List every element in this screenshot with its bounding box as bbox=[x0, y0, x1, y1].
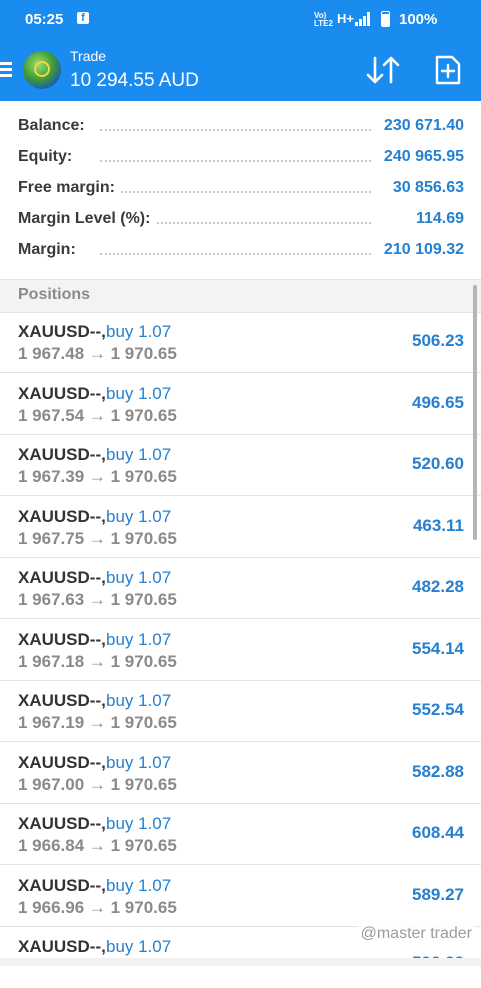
new-order-icon[interactable] bbox=[434, 55, 462, 85]
page-title: 10 294.55 AUD bbox=[70, 70, 199, 91]
dotted-leader bbox=[100, 160, 371, 162]
position-row[interactable]: XAUUSD--, buy 1.07 1 967.54 → 1 970.65 4… bbox=[0, 374, 481, 435]
position-profit: 552.54 bbox=[412, 700, 464, 719]
app-header: 05:25 f Vo) LTE2 H+ 100% Trade 10 294.55 … bbox=[0, 0, 481, 101]
position-row[interactable]: XAUUSD--, buy 1.07 1 966.96 → 1 970.65 5… bbox=[0, 866, 481, 927]
position-profit: 482.28 bbox=[412, 577, 464, 596]
position-side: buy 1.07 bbox=[106, 322, 172, 341]
network-type: H+ bbox=[337, 11, 354, 26]
position-profit: 608.44 bbox=[412, 823, 464, 842]
metatrader-logo bbox=[23, 51, 61, 89]
page-subtitle: Trade bbox=[70, 48, 107, 64]
positions-section-header: Positions bbox=[0, 279, 481, 313]
bottom-edge bbox=[0, 958, 481, 966]
position-side: buy 1.07 bbox=[106, 875, 172, 895]
account-summary: Balance: 230 671.40 Equity: 240 965.95 F… bbox=[0, 101, 481, 279]
position-row[interactable]: XAUUSD--, buy 1.07 1 967.63 → 1 970.65 4… bbox=[0, 558, 481, 619]
position-side: buy 1.07 bbox=[106, 629, 172, 649]
summary-value: 114.69 bbox=[409, 210, 464, 228]
position-profit: 589.27 bbox=[412, 884, 464, 904]
summary-value: 230 671.40 bbox=[377, 117, 464, 135]
position-symbol: XAUUSD--, bbox=[18, 752, 106, 772]
summary-row-equity: Equity: 240 965.95 bbox=[0, 143, 481, 174]
position-symbol: XAUUSD--, bbox=[18, 383, 106, 403]
summary-row-margin: Margin: 210 109.32 bbox=[0, 236, 481, 267]
position-profit: 554.14 bbox=[412, 638, 464, 658]
position-row[interactable]: XAUUSD--, buy 1.07 1 967.18 → 1 970.65 5… bbox=[0, 620, 481, 681]
position-prices: 1 967.63 → 1 970.65 bbox=[18, 590, 177, 609]
summary-value: 240 965.95 bbox=[377, 148, 464, 166]
status-bar: 05:25 f Vo) LTE2 H+ 100% bbox=[0, 0, 481, 40]
position-prices: 1 967.54 → 1 970.65 bbox=[18, 405, 177, 425]
position-symbol: XAUUSD--, bbox=[18, 445, 106, 464]
summary-label: Margin: bbox=[18, 241, 82, 259]
position-side: buy 1.07 bbox=[106, 506, 172, 526]
position-profit: 463.11 bbox=[412, 515, 464, 535]
position-row[interactable]: XAUUSD--, buy 1.07 1 967.00 → 1 970.65 5… bbox=[0, 743, 481, 804]
signal-icon-2 bbox=[362, 12, 378, 26]
summary-label: Balance: bbox=[18, 117, 91, 135]
volte-indicator: Vo) LTE2 bbox=[314, 11, 333, 28]
summary-row-margin-level: Margin Level (%): 114.69 bbox=[0, 205, 481, 236]
position-profit: 496.65 bbox=[412, 392, 464, 412]
facebook-icon: f bbox=[77, 12, 89, 24]
battery-percent: 100% bbox=[399, 11, 438, 28]
status-time: 05:25 bbox=[25, 11, 64, 28]
position-side: buy 1.07 bbox=[106, 445, 172, 464]
position-prices: 1 967.18 → 1 970.65 bbox=[18, 651, 177, 671]
position-symbol: XAUUSD--, bbox=[18, 814, 106, 833]
positions-header-label: Positions bbox=[18, 286, 91, 303]
position-side: buy 1.07 bbox=[106, 383, 172, 403]
position-side: buy 1.07 bbox=[106, 937, 172, 956]
scrollbar[interactable] bbox=[473, 285, 477, 540]
summary-row-free-margin: Free margin: 30 856.63 bbox=[0, 174, 481, 205]
position-symbol: XAUUSD--, bbox=[18, 322, 106, 341]
position-profit: 582.88 bbox=[412, 761, 464, 781]
position-symbol: XAUUSD--, bbox=[18, 629, 106, 649]
dotted-leader bbox=[100, 191, 371, 193]
position-profit: 520.60 bbox=[412, 454, 464, 473]
position-prices: 1 967.00 → 1 970.65 bbox=[18, 774, 177, 794]
position-prices: 1 966.96 → 1 970.65 bbox=[18, 897, 177, 917]
position-prices: 1 967.19 → 1 970.65 bbox=[18, 713, 177, 732]
position-prices: 1 967.39 → 1 970.65 bbox=[18, 467, 177, 486]
position-symbol: XAUUSD--, bbox=[18, 937, 106, 956]
summary-label: Free margin: bbox=[18, 179, 121, 197]
position-symbol: XAUUSD--, bbox=[18, 875, 106, 895]
position-row[interactable]: XAUUSD--, buy 1.07 1 966.84 → 1 970.65 6… bbox=[0, 804, 481, 865]
menu-icon[interactable] bbox=[0, 62, 14, 78]
position-side: buy 1.07 bbox=[106, 752, 172, 772]
summary-value: 210 109.32 bbox=[377, 241, 464, 259]
position-prices: 1 966.84 → 1 970.65 bbox=[18, 836, 177, 855]
summary-label: Equity: bbox=[18, 148, 79, 166]
dotted-leader bbox=[100, 129, 371, 131]
position-row[interactable]: XAUUSD--, buy 1.07 1 967.19 → 1 970.65 5… bbox=[0, 681, 481, 742]
position-prices: 1 967.48 → 1 970.65 bbox=[18, 344, 177, 363]
position-symbol: XAUUSD--, bbox=[18, 691, 106, 710]
position-side: buy 1.07 bbox=[106, 691, 172, 710]
position-symbol: XAUUSD--, bbox=[18, 506, 106, 526]
position-side: buy 1.07 bbox=[106, 814, 172, 833]
position-row[interactable]: XAUUSD--, buy 1.07 1 967.75 → 1 970.65 4… bbox=[0, 497, 481, 558]
battery-icon bbox=[381, 11, 390, 27]
position-profit: 506.23 bbox=[412, 331, 464, 350]
summary-row-balance: Balance: 230 671.40 bbox=[0, 112, 481, 143]
sort-icon[interactable] bbox=[366, 55, 400, 85]
summary-label: Margin Level (%): bbox=[18, 210, 157, 228]
position-row[interactable]: XAUUSD--, buy 1.07 1 967.48 → 1 970.65 5… bbox=[0, 312, 481, 373]
position-row[interactable]: XAUUSD--, buy 1.07 1 967.39 → 1 970.65 5… bbox=[0, 435, 481, 496]
watermark: @master trader bbox=[357, 924, 475, 944]
summary-value: 30 856.63 bbox=[386, 179, 464, 197]
position-symbol: XAUUSD--, bbox=[18, 568, 106, 587]
position-side: buy 1.07 bbox=[106, 568, 172, 587]
position-prices: 1 967.75 → 1 970.65 bbox=[18, 528, 177, 548]
dotted-leader bbox=[100, 253, 371, 255]
